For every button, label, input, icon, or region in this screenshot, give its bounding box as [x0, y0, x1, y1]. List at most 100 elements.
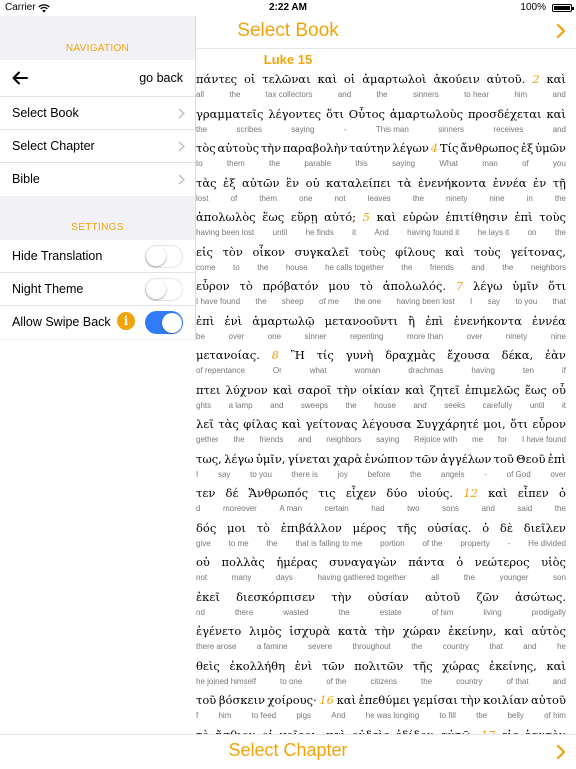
greek-word: οὐσίαν [367, 589, 409, 604]
translation-word: lost [196, 193, 209, 203]
translation-word: ten [522, 366, 534, 375]
translation-word: leaves [367, 193, 391, 203]
chevron-right-icon[interactable] [556, 23, 566, 39]
greek-word: ἐγένετο [196, 624, 242, 638]
greek-word: ἁμαρτωλῷ [252, 313, 315, 328]
greek-word: οὐ [196, 555, 210, 569]
greek-word: δραχμὰς [385, 348, 436, 362]
greek-word: τεν [196, 486, 216, 500]
verse-line: λεῖ τὰς φίλας καὶ γείτονας λέγουσα Συγχάρητέ μο… [196, 416, 576, 451]
translation-word: many [231, 573, 252, 582]
greek-word: ἀπολωλὸς [196, 210, 256, 224]
nav-item-select-book[interactable]: Select Book [0, 97, 195, 130]
greek-word: λέγοντες [268, 106, 322, 121]
verse-line: ἀπολωλὸς ἕως εὕρῃ αὐτό; 5 καὶ εὑρὼν ἐπιτίθησιν ἐ… [196, 209, 576, 244]
translation-word: and [552, 124, 566, 134]
translation-word: had [371, 504, 385, 513]
greek-word: καὶ [272, 382, 293, 397]
translation-word: the [401, 262, 413, 272]
greek-word: χώρας [442, 658, 480, 673]
greek-word: αὐτοῦ. [486, 72, 526, 86]
verse-line: τεν δέ Ἄνθρωπός τις εἶχεν δύο υἱούς. 12 καὶ εἶπεν… [196, 485, 576, 520]
greek-word: καὶ [546, 72, 566, 86]
greek-word: ἐνώπιον [364, 451, 413, 466]
greek-word: διεῖλεν [523, 520, 566, 535]
translation-word: not [334, 193, 346, 203]
greek-word: τοὺς [474, 244, 501, 259]
translation-word: the [412, 193, 424, 203]
night-theme-toggle[interactable] [145, 278, 183, 301]
greek-word: τὸ [256, 520, 270, 535]
greek-word: τοὺς [539, 210, 566, 224]
translation-word: the [411, 642, 423, 651]
translation-word: there is [291, 469, 318, 479]
greek-word: φίλους [395, 244, 436, 259]
verse-line: γραμματεῖς λέγοντες ὅτι Οὗτος ἁμαρτωλοὺς προσ… [196, 106, 576, 141]
greek-word: ὁ [456, 555, 464, 569]
translation-word: nine [550, 331, 566, 341]
verse-line: πτει λύχνον καὶ σαροῖ τὴν οἰκίαν καὶ ζητεῖ ἐπιμε… [196, 382, 576, 417]
chevron-right-icon[interactable] [556, 744, 566, 760]
hide-translation-toggle[interactable] [145, 245, 183, 268]
verse-line: θεὶς ἐκολλήθη ἑνὶ τῶν πολιτῶν τῆς χώρας ἐκείνης… [196, 658, 576, 693]
translation-word: sinners [438, 124, 464, 134]
translation-word: younger [499, 573, 529, 582]
translation-word: this [355, 159, 368, 168]
greek-word: γίνεται [287, 451, 331, 466]
greek-word: γυνὴ [345, 348, 374, 362]
info-icon[interactable]: i [117, 312, 135, 330]
translation-word: one [267, 331, 282, 341]
greek-word: αὐτῶν [242, 175, 280, 190]
greek-word: ἀγγέλων [440, 451, 492, 466]
translation-word: over [466, 331, 483, 341]
verse-line: εἰς τὸν οἶκον συγκαλεῖ τοὺς φίλους καὶ τοὺς γείτ… [196, 244, 576, 279]
translation-line: having been lost until he finds it And having… [196, 227, 566, 239]
translation-word: neighbors [326, 435, 362, 444]
translation-word: the [338, 607, 350, 617]
translation-word: the [268, 159, 281, 168]
greek-word: υἱούς. [417, 486, 453, 500]
greek-text-line: ἐπὶ ἑνὶ ἁμαρτωλῷ μετανοοῦντι ἢ ἐπὶ ἐνενήκοντα ἐ… [196, 313, 566, 330]
translation-word: neighbors [530, 262, 566, 272]
translation-word: saying [376, 435, 400, 444]
translation-line: there arose a famine severe throughout the co… [196, 641, 566, 653]
nav-item-bible[interactable]: Bible [0, 163, 195, 196]
translation-word: nine [489, 193, 505, 203]
arrow-left-icon[interactable] [12, 71, 28, 85]
greek-word: μέρος [352, 520, 387, 535]
interlinear-text[interactable]: πάντες οἱ τελῶναι καὶ οἱ ἁμαρτωλοὶ ἀκούειν αὐτο… [196, 71, 576, 739]
translation-line: give to me the that is falling to me portion… [196, 538, 566, 550]
allow-swipe-back-toggle[interactable] [145, 311, 183, 334]
verse-number: 8 [271, 348, 279, 362]
go-back-row[interactable]: go back [0, 60, 195, 97]
greek-word: χαρὰ [332, 451, 363, 466]
greek-word: δέ [225, 486, 239, 500]
greek-word: τὸς [196, 141, 216, 155]
greek-word: τοῦ [493, 451, 514, 466]
translation-word: living [483, 607, 502, 617]
greek-word: αὐτό; [324, 210, 357, 224]
translation-line: he joined himself to one of the citizens the… [196, 676, 566, 688]
greek-word: αὐτοῦ [530, 693, 566, 707]
verse-number: 16 [319, 693, 334, 707]
greek-word: τὰ [397, 175, 412, 190]
translation-word: man [482, 159, 498, 168]
greek-word: εὗρον [532, 417, 566, 431]
greek-word: εὗρον [196, 279, 230, 293]
greek-word: πάντες [196, 72, 238, 86]
select-chapter-button[interactable]: Select Chapter [0, 740, 576, 761]
nav-item-select-chapter[interactable]: Select Chapter [0, 130, 195, 163]
greek-word: καὶ [376, 210, 397, 224]
greek-word: καὶ [504, 624, 524, 638]
translation-line: not many days having gathered together all th… [196, 572, 566, 584]
translation-word: there [234, 607, 254, 617]
greek-word: ἐν [533, 175, 547, 190]
translation-word: to [233, 262, 240, 272]
translation-word: say [217, 469, 231, 479]
verse-line: τοῦ βόσκειν χοίρους· 16 καὶ ἐπεθύμει γεμίσαι τὴ… [196, 692, 576, 727]
translation-word: the [421, 676, 433, 686]
translation-word: And [374, 228, 389, 237]
verse-line: τὰς ἐξ αὐτῶν ἓν οὐ καταλείπει τὰ ἐνενήκοντα ἐννέ… [196, 175, 576, 210]
greek-text-line: τοῦ βόσκειν χοίρους· 16 καὶ ἐπεθύμει γεμίσαι τὴ… [196, 692, 566, 709]
translation-word: he [557, 642, 566, 651]
